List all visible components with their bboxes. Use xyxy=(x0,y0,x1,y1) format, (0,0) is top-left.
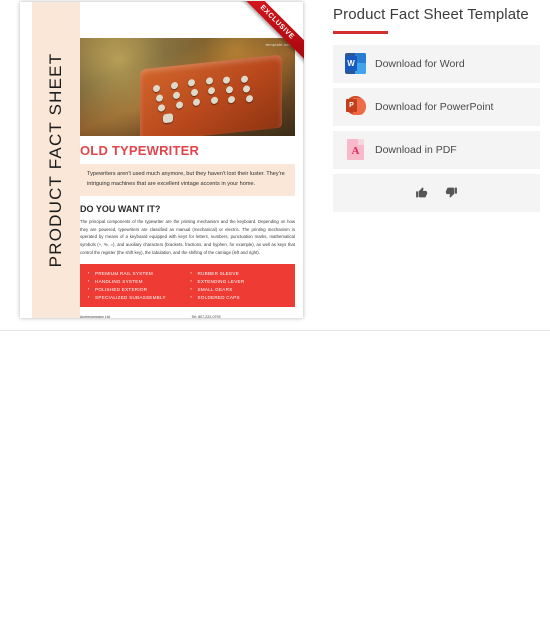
page-title: Product Fact Sheet Template xyxy=(333,6,529,23)
download-powerpoint-label: Download for PowerPoint xyxy=(375,100,494,113)
template-preview-product[interactable]: PRODUCT FACT SHEET template.net OLD TYPE… xyxy=(20,1,304,318)
document-vertical-title: PRODUCT FACT SHEET xyxy=(46,52,65,268)
powerpoint-icon: P xyxy=(345,96,366,117)
thumbs-down-icon[interactable] xyxy=(445,186,458,199)
document-intro-text: Typewriters aren't used much anymore, bu… xyxy=(80,164,295,196)
template-section-project: PROJECT FACT SHEET PROJECT NAME HERE xyxy=(0,337,550,637)
document-main-column: template.net OLD TYPEWRITER Typewriters … xyxy=(80,2,303,318)
document-subheading: DO YOU WANT IT? xyxy=(80,203,161,214)
document-side-band: PRODUCT FACT SHEET xyxy=(32,2,80,318)
feature-item: POLISHED EXTERIOR xyxy=(88,286,185,292)
template-section-product: PRODUCT FACT SHEET template.net OLD TYPE… xyxy=(0,0,550,325)
download-word-button[interactable]: W Download for Word xyxy=(333,44,540,83)
feature-item: SOLDERED CAPS xyxy=(191,294,288,300)
feature-item: RUBBER SLEEVE xyxy=(191,270,288,276)
word-icon: W xyxy=(345,53,366,74)
download-pdf-label: Download in PDF xyxy=(375,143,457,156)
typewriter-photo: template.net xyxy=(80,38,295,136)
feature-item: EXTENDING LEVER xyxy=(191,278,288,284)
template-info-product: Product Fact Sheet Template W Download f… xyxy=(333,6,540,212)
download-pdf-button[interactable]: A Download in PDF xyxy=(333,130,540,169)
section-divider xyxy=(0,330,550,331)
vote-row xyxy=(333,173,540,212)
page-root: PRODUCT FACT SHEET template.net OLD TYPE… xyxy=(0,0,550,637)
document-heading: OLD TYPEWRITER xyxy=(80,143,200,158)
feature-item: SMALL GEARS xyxy=(191,286,288,292)
document-contact-block: Acmecompany Ltd. 243 Nelson Street, Ear … xyxy=(80,314,295,318)
document-body-text: The principal components of the typewrit… xyxy=(80,218,295,256)
document-left-rail xyxy=(20,2,32,318)
download-powerpoint-button[interactable]: P Download for PowerPoint xyxy=(333,87,540,126)
thumbs-up-icon[interactable] xyxy=(415,186,428,199)
feature-item: PREMIUM RAIL SYSTEM xyxy=(88,270,185,276)
contact-company: Acmecompany Ltd. xyxy=(80,315,111,318)
contact-tel: Tel: 807-222-0793 xyxy=(191,315,221,318)
download-word-label: Download for Word xyxy=(375,57,465,70)
feature-item: HANDLING SYSTEM xyxy=(88,278,185,284)
title-underline xyxy=(333,31,388,34)
pdf-icon: A xyxy=(345,139,366,160)
feature-item: SPECIALIZED SUBASSEMBLY xyxy=(88,294,185,300)
product-fact-sheet-document: PRODUCT FACT SHEET template.net OLD TYPE… xyxy=(20,2,303,318)
photo-watermark: template.net xyxy=(265,42,290,47)
document-feature-list: PREMIUM RAIL SYSTEM RUBBER SLEEVE HANDLI… xyxy=(80,264,295,308)
